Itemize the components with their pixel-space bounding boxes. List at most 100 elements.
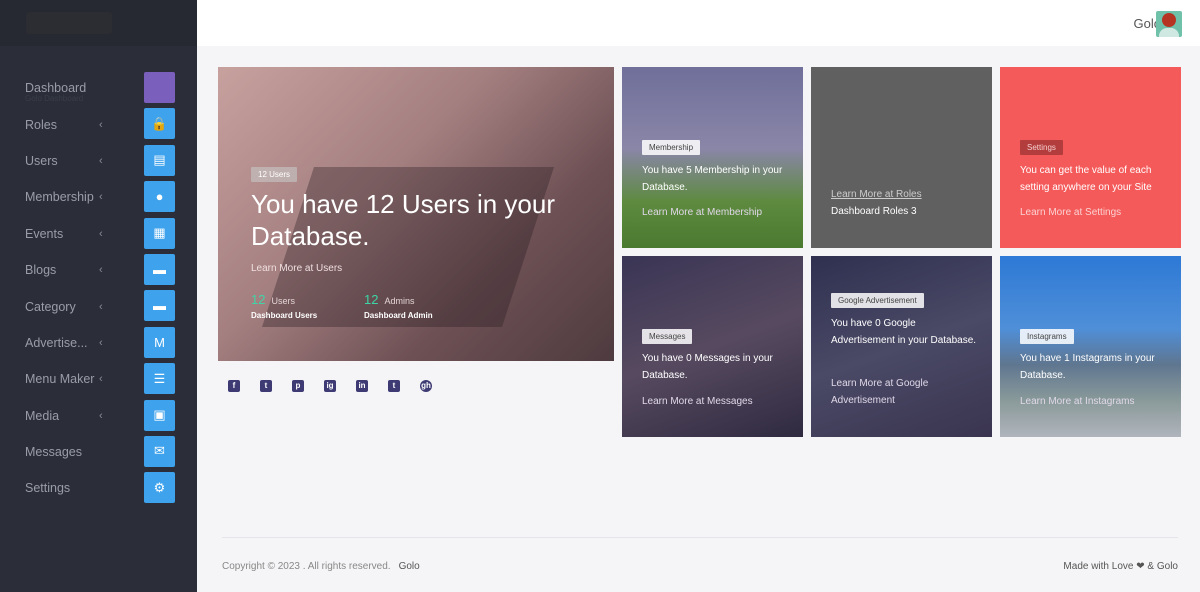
logo[interactable]: [0, 0, 197, 46]
stat-sub: Dashboard Users: [251, 311, 318, 320]
sidebar-item-media[interactable]: Media ‹ ▣: [0, 398, 197, 434]
made-by-text: & Golo: [1147, 561, 1178, 572]
sidebar-item-label: Menu Maker: [25, 372, 95, 387]
sidebar-item-label: Advertise...: [25, 335, 88, 350]
gear-icon[interactable]: ⚙: [144, 472, 175, 504]
chevron-left-icon[interactable]: ‹: [99, 191, 103, 203]
lock-icon[interactable]: 🔒: [144, 108, 175, 140]
stat-sub: Dashboard Admin: [364, 311, 433, 320]
settings-card: Settings You can get the value of each s…: [1000, 67, 1181, 248]
fire-icon[interactable]: ●: [144, 181, 175, 213]
chevron-left-icon[interactable]: ‹: [99, 337, 103, 349]
sidebar-item-category[interactable]: Category ‹ ▬: [0, 288, 197, 324]
photo-icon[interactable]: ▣: [144, 399, 175, 431]
sidebar-item-roles[interactable]: Roles ‹ 🔒: [0, 106, 197, 142]
social-links: f t p ig in t gh: [228, 380, 432, 392]
users-hero-card: 12 Users You have 12 Users in your Datab…: [218, 67, 614, 361]
footer-brand-link[interactable]: Golo: [399, 561, 420, 572]
learn-more-instagrams-link[interactable]: Learn More at Instagrams: [1020, 393, 1170, 410]
medium-icon[interactable]: M: [144, 326, 175, 358]
settings-text: You can get the value of each setting an…: [1020, 165, 1152, 193]
calendar-icon[interactable]: ▦: [144, 217, 175, 249]
learn-more-settings-link[interactable]: Learn More at Settings: [1020, 204, 1170, 221]
stat-number: 12: [364, 292, 379, 307]
github-icon[interactable]: gh: [420, 380, 432, 392]
sidebar-item-users[interactable]: Users ‹ ▤: [0, 143, 197, 179]
sidebar-nav: Dashboard Golo Dashboard Roles ‹ 🔒 Users ‹ ▤ Mem…: [0, 70, 197, 507]
membership-badge: Membership: [642, 140, 701, 155]
pinterest-icon[interactable]: p: [292, 380, 304, 392]
users-badge: 12 Users: [251, 167, 298, 182]
learn-more-roles-link[interactable]: Learn More at Roles: [831, 186, 981, 203]
sidebar-item-label: Users: [25, 153, 58, 168]
roles-text: Dashboard Roles 3: [831, 206, 917, 217]
membership-text: You have 5 Membership in your Database.: [642, 165, 783, 193]
copyright-text: Copyright © 2023 . All rights reserved.: [222, 561, 391, 572]
heart-icon: ❤: [1136, 561, 1145, 572]
sidebar-item-settings[interactable]: Settings ⚙: [0, 470, 197, 506]
made-with-text: Made with Love: [1063, 561, 1134, 572]
stat-number: 12: [251, 292, 266, 307]
copyright: Copyright © 2023 . All rights reserved. G…: [222, 561, 420, 572]
roles-card: Learn More at Roles Dashboard Roles 3: [811, 67, 992, 248]
sidebar-item-events[interactable]: Events ‹ ▦: [0, 216, 197, 252]
chevron-left-icon[interactable]: ‹: [99, 228, 103, 240]
sidebar-item-label: Category: [25, 299, 76, 314]
chevron-left-icon[interactable]: ‹: [99, 264, 103, 276]
stat-users: 12 Users Dashboard Users: [251, 291, 317, 320]
dashboard-icon[interactable]: [144, 72, 175, 103]
instagrams-text: You have 1 Instagrams in your Database.: [1020, 353, 1155, 381]
tumblr-icon[interactable]: t: [388, 380, 400, 392]
made-with-love: Made with Love ❤ & Golo: [1063, 561, 1178, 572]
messages-card: Messages You have 0 Messages in your Dat…: [622, 256, 803, 437]
sidebar-item-dashboard[interactable]: Dashboard Golo Dashboard: [0, 70, 197, 106]
google-ad-text: You have 0 Google Advertisement in your …: [831, 318, 977, 346]
facebook-icon[interactable]: f: [228, 380, 240, 392]
sidebar-item-advertise[interactable]: Advertise... ‹ M: [0, 325, 197, 361]
instagrams-badge: Instagrams: [1020, 329, 1074, 344]
learn-more-users-link[interactable]: Learn More at Users: [251, 263, 342, 274]
learn-more-membership-link[interactable]: Learn More at Membership: [642, 204, 792, 221]
instagram-icon[interactable]: ig: [324, 380, 336, 392]
sidebar-item-label: Roles: [25, 117, 57, 132]
chevron-left-icon[interactable]: ‹: [99, 119, 103, 131]
learn-more-google-link[interactable]: Learn More at Google Advertisement: [831, 375, 981, 409]
chevron-left-icon[interactable]: ‹: [99, 301, 103, 313]
google-ad-card: Google Advertisement You have 0 Google A…: [811, 256, 992, 437]
card-icon[interactable]: ▬: [144, 253, 175, 285]
membership-card: Membership You have 5 Membership in your…: [622, 67, 803, 248]
topbar: Golo: [197, 0, 1200, 46]
instagrams-card: Instagrams You have 1 Instagrams in your…: [1000, 256, 1181, 437]
sidebar-item-label: Media: [25, 408, 60, 423]
settings-badge: Settings: [1020, 140, 1063, 155]
messages-text: You have 0 Messages in your Database.: [642, 353, 773, 381]
sidebar-item-label: Blogs: [25, 263, 57, 278]
avatar[interactable]: [1156, 11, 1182, 37]
sidebar-item-messages[interactable]: Messages ✉: [0, 434, 197, 470]
linkedin-icon[interactable]: in: [356, 380, 368, 392]
id-card-icon[interactable]: ▤: [144, 144, 175, 176]
card-icon[interactable]: ▬: [144, 290, 175, 322]
stat-label: Admins: [384, 296, 415, 306]
envelope-open-icon[interactable]: ✉: [144, 435, 175, 467]
messages-badge: Messages: [642, 329, 693, 344]
sidebar-item-sub: Golo Dashboard: [25, 94, 84, 103]
twitter-icon[interactable]: t: [260, 380, 272, 392]
sidebar-item-blogs[interactable]: Blogs ‹ ▬: [0, 252, 197, 288]
sidebar-item-label: Events: [25, 226, 64, 241]
stat-label: Users: [271, 296, 295, 306]
stat-admins: 12 Admins Dashboard Admin: [364, 291, 433, 320]
hero-title: You have 12 Users in your Database.: [251, 189, 556, 251]
sidebar-item-menu-maker[interactable]: Menu Maker ‹ ☰: [0, 361, 197, 397]
chevron-left-icon[interactable]: ‹: [99, 155, 103, 167]
bars-icon[interactable]: ☰: [144, 363, 175, 395]
sidebar-item-membership[interactable]: Membership ‹ ●: [0, 179, 197, 215]
learn-more-messages-link[interactable]: Learn More at Messages: [642, 393, 792, 410]
footer-divider: [222, 537, 1178, 538]
sidebar-item-label: Messages: [25, 445, 82, 460]
sidebar-item-label: Settings: [25, 481, 71, 496]
sidebar-item-label: Membership: [25, 190, 94, 205]
google-ad-badge: Google Advertisement: [831, 293, 924, 308]
chevron-left-icon[interactable]: ‹: [99, 410, 103, 422]
chevron-left-icon[interactable]: ‹: [99, 373, 103, 385]
